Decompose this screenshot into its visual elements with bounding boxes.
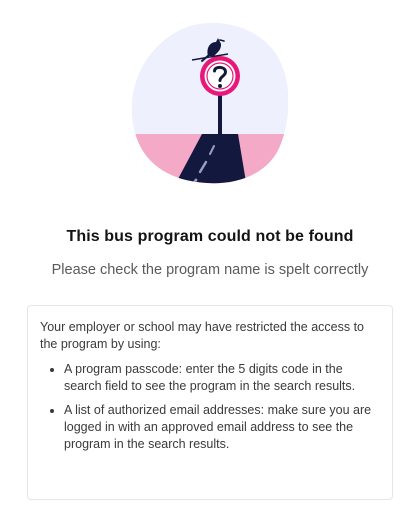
info-intro-text: Your employer or school may have restric… — [40, 320, 364, 351]
restriction-methods-list: A program passcode: enter the 5 digits c… — [40, 361, 378, 453]
list-item-authorized-emails: A list of authorized email addresses: ma… — [64, 402, 378, 453]
question-sign-icon — [131, 22, 288, 184]
page-subtitle: Please check the program name is spelt c… — [51, 262, 369, 278]
program-not-found-illustration — [130, 18, 288, 186]
page-title: This bus program could not be found — [66, 228, 354, 245]
restriction-info-box: Your employer or school may have restric… — [27, 305, 393, 500]
list-item-passcode: A program passcode: enter the 5 digits c… — [64, 361, 378, 395]
